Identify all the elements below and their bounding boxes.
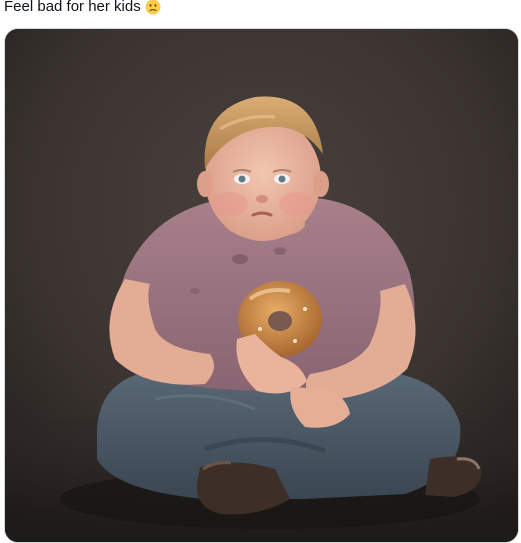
post-text-line: Feel bad for her kids bbox=[4, 0, 161, 17]
post-text: Feel bad for her kids bbox=[4, 0, 141, 15]
slightly-frowning-face-icon bbox=[145, 0, 161, 15]
post-media-photo[interactable] bbox=[4, 28, 519, 543]
photo-illustration bbox=[5, 29, 518, 542]
